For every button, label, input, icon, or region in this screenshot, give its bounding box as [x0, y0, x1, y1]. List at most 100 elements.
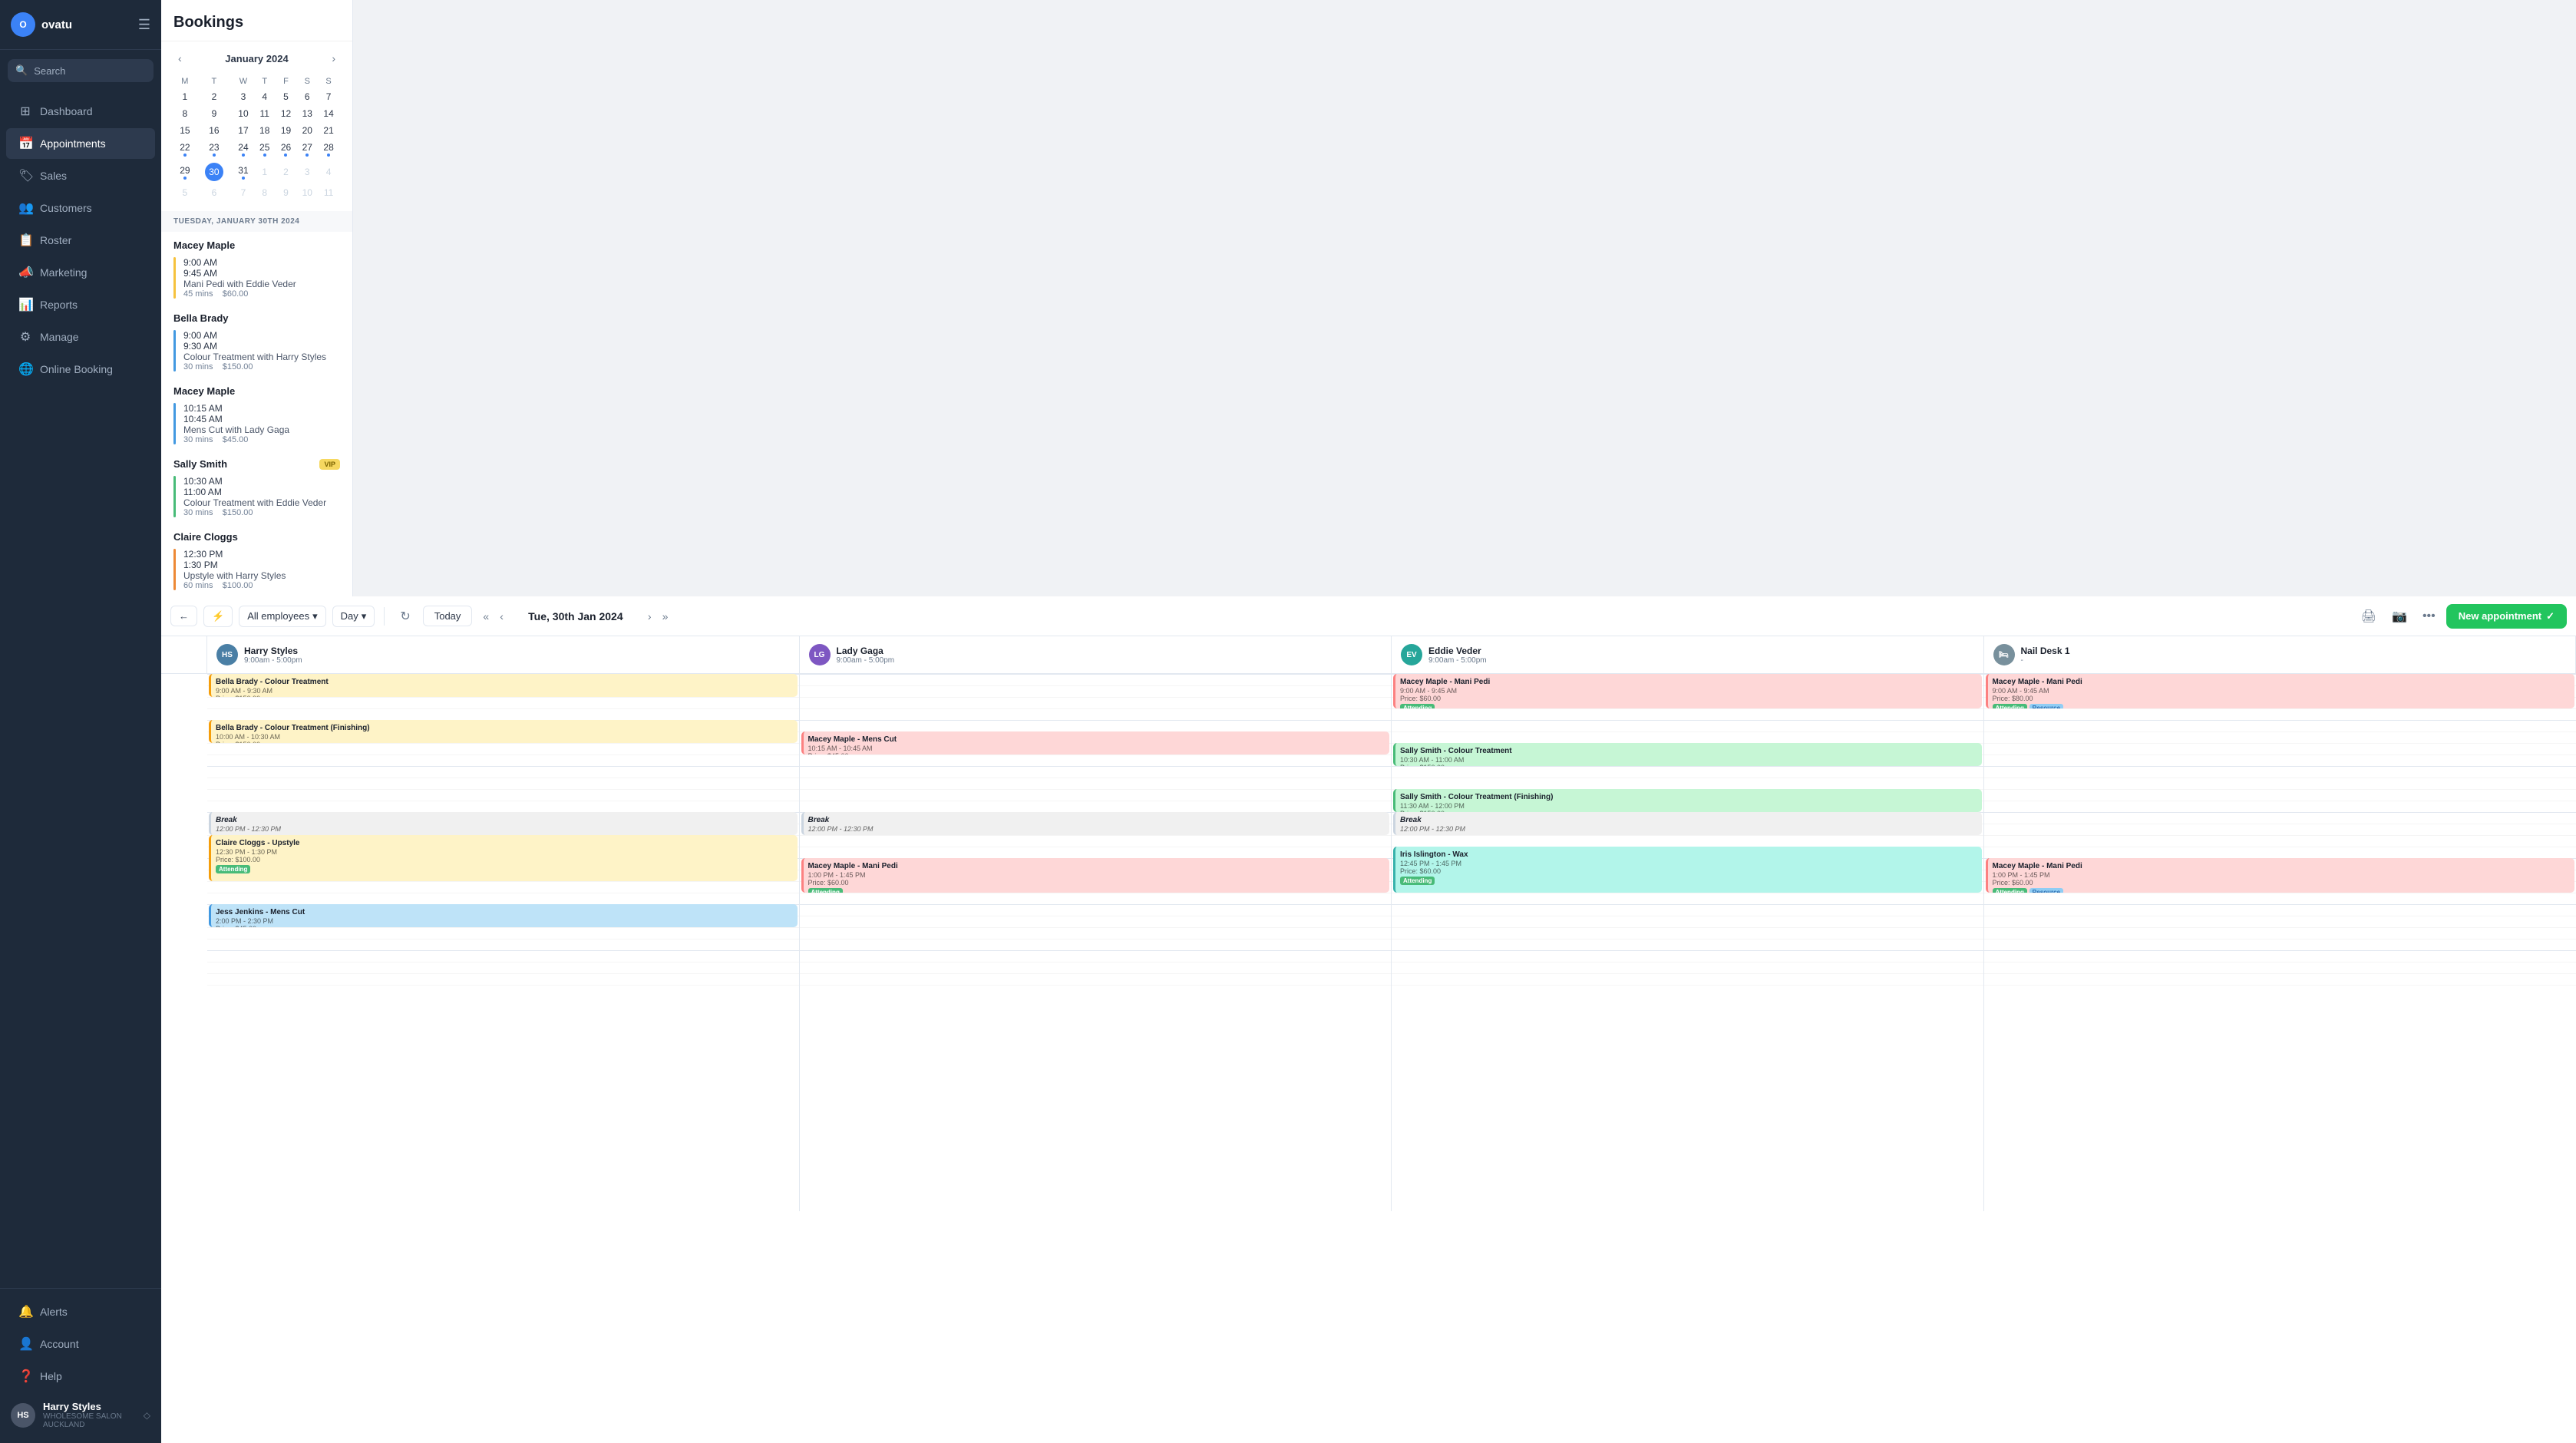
calendar-day[interactable]: 14 [319, 106, 339, 121]
calendar-day[interactable]: 21 [319, 123, 339, 138]
today-button[interactable]: Today [423, 606, 473, 626]
calendar-day[interactable]: 9 [197, 106, 232, 121]
sidebar-item-reports[interactable]: 📊 Reports [6, 289, 155, 320]
appt-meta: 60 mins $100.00 [183, 581, 340, 590]
calendar-event[interactable]: Sally Smith - Colour Treatment (Finishin… [1393, 789, 1982, 812]
prev-button[interactable]: ‹ [495, 607, 508, 626]
calendar-day[interactable]: 2 [276, 160, 296, 183]
staff-col-nd-grid[interactable]: Macey Maple - Mani Pedi9:00 AM - 9:45 AM… [1984, 674, 2576, 1211]
calendar-event[interactable]: Bella Brady - Colour Treatment9:00 AM - … [209, 674, 798, 697]
filter-button[interactable]: ⚡ [203, 606, 233, 627]
calendar-day[interactable]: 31 [233, 160, 253, 183]
appt-item[interactable]: 9:00 AM 9:45 AM Mani Pedi with Eddie Ved… [161, 254, 352, 305]
calendar-day-other[interactable]: 6 [197, 185, 232, 200]
calendar-day[interactable]: 1 [175, 89, 195, 104]
hamburger-icon[interactable]: ☰ [138, 17, 150, 33]
new-appointment-button[interactable]: New appointment ✓ [2446, 604, 2567, 629]
calendar-day-other[interactable]: 8 [255, 185, 275, 200]
employee-filter[interactable]: All employees ▾ [239, 606, 325, 627]
print-button[interactable]: 🖨 [2356, 604, 2381, 629]
sidebar-item-sales[interactable]: 🏷 Sales [6, 160, 155, 191]
calendar-day[interactable]: 17 [233, 123, 253, 138]
staff-col-lg-grid[interactable]: Macey Maple - Mens Cut10:15 AM - 10:45 A… [800, 674, 1392, 1211]
calendar-day[interactable]: 18 [255, 123, 275, 138]
calendar-event[interactable]: Macey Maple - Mani Pedi9:00 AM - 9:45 AM… [1393, 674, 1982, 708]
calendar-day[interactable]: 10 [233, 106, 253, 121]
calendar-event[interactable]: Macey Maple - Mani Pedi1:00 PM - 1:45 PM… [801, 858, 1390, 893]
calendar-event[interactable]: Iris Islington - Wax12:45 PM - 1:45 PMPr… [1393, 847, 1982, 893]
calendar-day-other[interactable]: 11 [319, 185, 339, 200]
next-button[interactable]: › [643, 607, 656, 626]
calendar-event[interactable]: Jess Jenkins - Mens Cut2:00 PM - 2:30 PM… [209, 904, 798, 927]
calendar-day[interactable]: 4 [255, 89, 275, 104]
calendar-day[interactable]: 30 [197, 160, 232, 183]
calendar-event[interactable]: Claire Cloggs - Upstyle12:30 PM - 1:30 P… [209, 835, 798, 881]
calendar-day[interactable]: 13 [297, 106, 317, 121]
calendar-day[interactable]: 15 [175, 123, 195, 138]
sidebar-item-marketing[interactable]: 📣 Marketing [6, 257, 155, 288]
prev-prev-button[interactable]: « [478, 607, 494, 626]
calendar-event[interactable]: Break12:00 PM - 12:30 PM [1393, 812, 1982, 835]
cal-prev-button[interactable]: ‹ [173, 51, 187, 66]
appt-item[interactable]: 9:00 AM 9:30 AM Colour Treatment with Ha… [161, 327, 352, 378]
calendar-day[interactable]: 5 [276, 89, 296, 104]
calendar-day[interactable]: 4 [319, 160, 339, 183]
next-next-button[interactable]: » [658, 607, 673, 626]
sidebar-item-appointments[interactable]: 📅 Appointments [6, 128, 155, 159]
calendar-day[interactable]: 28 [319, 140, 339, 159]
calendar-day-other[interactable]: 7 [233, 185, 253, 200]
calendar-day[interactable]: 29 [175, 160, 195, 183]
calendar-event[interactable]: Sally Smith - Colour Treatment10:30 AM -… [1393, 743, 1982, 766]
cal-dow-s: S [297, 75, 317, 88]
calendar-scroll[interactable]: HS Harry Styles 9:00am - 5:00pm LG Lady … [161, 636, 2576, 1443]
sidebar-item-account[interactable]: 👤 Account [6, 1329, 155, 1359]
sidebar-item-roster[interactable]: 📋 Roster [6, 225, 155, 256]
calendar-day[interactable]: 8 [175, 106, 195, 121]
calendar-day[interactable]: 3 [297, 160, 317, 183]
sidebar-item-help[interactable]: ❓ Help [6, 1361, 155, 1392]
calendar-day[interactable]: 25 [255, 140, 275, 159]
calendar-day[interactable]: 6 [297, 89, 317, 104]
calendar-event[interactable]: Macey Maple - Mani Pedi9:00 AM - 9:45 AM… [1986, 674, 2575, 708]
appt-item[interactable]: 12:30 PM 1:30 PM Upstyle with Harry Styl… [161, 546, 352, 596]
sidebar-item-customers[interactable]: 👥 Customers [6, 193, 155, 223]
more-button[interactable]: ••• [2418, 605, 2440, 628]
calendar-day[interactable]: 7 [319, 89, 339, 104]
calendar-day-other[interactable]: 9 [276, 185, 296, 200]
calendar-day-other[interactable]: 5 [175, 185, 195, 200]
calendar-day[interactable]: 22 [175, 140, 195, 159]
calendar-day[interactable]: 24 [233, 140, 253, 159]
appt-item[interactable]: 10:30 AM 11:00 AM Colour Treatment with … [161, 473, 352, 523]
calendar-event[interactable]: Macey Maple - Mani Pedi1:00 PM - 1:45 PM… [1986, 858, 2575, 893]
sidebar-item-manage[interactable]: ⚙ Manage [6, 322, 155, 352]
refresh-button[interactable]: ↻ [394, 606, 416, 627]
sidebar-item-alerts[interactable]: 🔔 Alerts [6, 1296, 155, 1327]
calendar-day[interactable]: 11 [255, 106, 275, 121]
calendar-day[interactable]: 26 [276, 140, 296, 159]
appt-item[interactable]: 10:15 AM 10:45 AM Mens Cut with Lady Gag… [161, 400, 352, 451]
camera-button[interactable]: 📷 [2387, 604, 2412, 629]
view-selector[interactable]: Day ▾ [332, 606, 375, 627]
calendar-day[interactable]: 1 [255, 160, 275, 183]
user-profile[interactable]: HS Harry Styles WHOLESOME SALON AUCKLAND… [0, 1393, 161, 1437]
calendar-day[interactable]: 20 [297, 123, 317, 138]
calendar-day[interactable]: 19 [276, 123, 296, 138]
calendar-day[interactable]: 12 [276, 106, 296, 121]
calendar-day[interactable]: 16 [197, 123, 232, 138]
search-box[interactable]: 🔍 Search [8, 59, 154, 82]
calendar-event[interactable]: Break12:00 PM - 12:30 PM [209, 812, 798, 835]
staff-col-ev-grid[interactable]: Macey Maple - Mani Pedi9:00 AM - 9:45 AM… [1392, 674, 1984, 1211]
sidebar-item-online-booking[interactable]: 🌐 Online Booking [6, 354, 155, 385]
back-button[interactable]: ← [170, 606, 197, 626]
calendar-day[interactable]: 27 [297, 140, 317, 159]
calendar-day-other[interactable]: 10 [297, 185, 317, 200]
calendar-event[interactable]: Macey Maple - Mens Cut10:15 AM - 10:45 A… [801, 731, 1390, 755]
cal-next-button[interactable]: › [327, 51, 340, 66]
calendar-event[interactable]: Bella Brady - Colour Treatment (Finishin… [209, 720, 798, 743]
sidebar-item-dashboard[interactable]: ⊞ Dashboard [6, 96, 155, 127]
calendar-day[interactable]: 3 [233, 89, 253, 104]
calendar-day[interactable]: 2 [197, 89, 232, 104]
calendar-day[interactable]: 23 [197, 140, 232, 159]
calendar-event[interactable]: Break12:00 PM - 12:30 PM [801, 812, 1390, 835]
staff-col-hs-grid[interactable]: Bella Brady - Colour Treatment9:00 AM - … [207, 674, 800, 1211]
